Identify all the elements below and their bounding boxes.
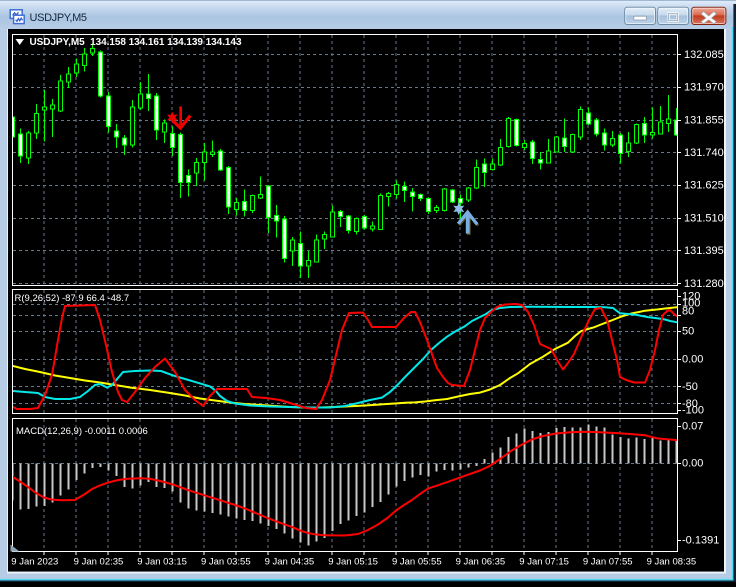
svg-text:USDJPY,M5: USDJPY,M5: [30, 12, 87, 24]
svg-text:USDJPY,M5 134.158 134.161 134: USDJPY,M5 134.158 134.161 134.139 134.14…: [30, 37, 242, 48]
svg-text:9 Jan 03:55: 9 Jan 03:55: [201, 557, 251, 568]
svg-text:132.085: 132.085: [684, 49, 724, 61]
svg-text:-0.1391: -0.1391: [682, 535, 719, 547]
svg-text:9 Jan 06:35: 9 Jan 06:35: [456, 557, 506, 568]
svg-text:-100: -100: [682, 404, 704, 416]
svg-text:9 Jan 03:15: 9 Jan 03:15: [137, 557, 187, 568]
svg-text:131.970: 131.970: [684, 82, 724, 94]
svg-text:80: 80: [682, 306, 694, 318]
svg-text:9 Jan 07:55: 9 Jan 07:55: [583, 557, 633, 568]
svg-text:9 Jan 2023: 9 Jan 2023: [11, 557, 58, 568]
svg-text:131.855: 131.855: [684, 114, 724, 126]
svg-text:9 Jan 08:35: 9 Jan 08:35: [647, 557, 697, 568]
svg-text:9 Jan 02:35: 9 Jan 02:35: [74, 557, 124, 568]
svg-text:9 Jan 05:55: 9 Jan 05:55: [392, 557, 442, 568]
svg-text:0.07: 0.07: [682, 421, 703, 433]
svg-text:9 Jan 04:35: 9 Jan 04:35: [265, 557, 315, 568]
svg-text:-50: -50: [682, 381, 698, 393]
svg-text:9 Jan 07:15: 9 Jan 07:15: [519, 557, 569, 568]
svg-text:0.00: 0.00: [682, 458, 703, 470]
svg-text:131.510: 131.510: [684, 212, 724, 224]
svg-text:131.740: 131.740: [684, 147, 724, 159]
svg-text:131.625: 131.625: [684, 180, 724, 192]
svg-text:MACD(12,26,9) -0.0011 0.0006: MACD(12,26,9) -0.0011 0.0006: [16, 426, 148, 437]
svg-text:0.00: 0.00: [682, 354, 703, 366]
svg-text:9 Jan 05:15: 9 Jan 05:15: [328, 557, 378, 568]
svg-text:131.395: 131.395: [684, 245, 724, 257]
svg-text:131.280: 131.280: [684, 278, 724, 290]
svg-text:50: 50: [682, 326, 694, 338]
svg-text:R(9,26,52) -87.9 66.4 -48.7: R(9,26,52) -87.9 66.4 -48.7: [15, 293, 130, 304]
